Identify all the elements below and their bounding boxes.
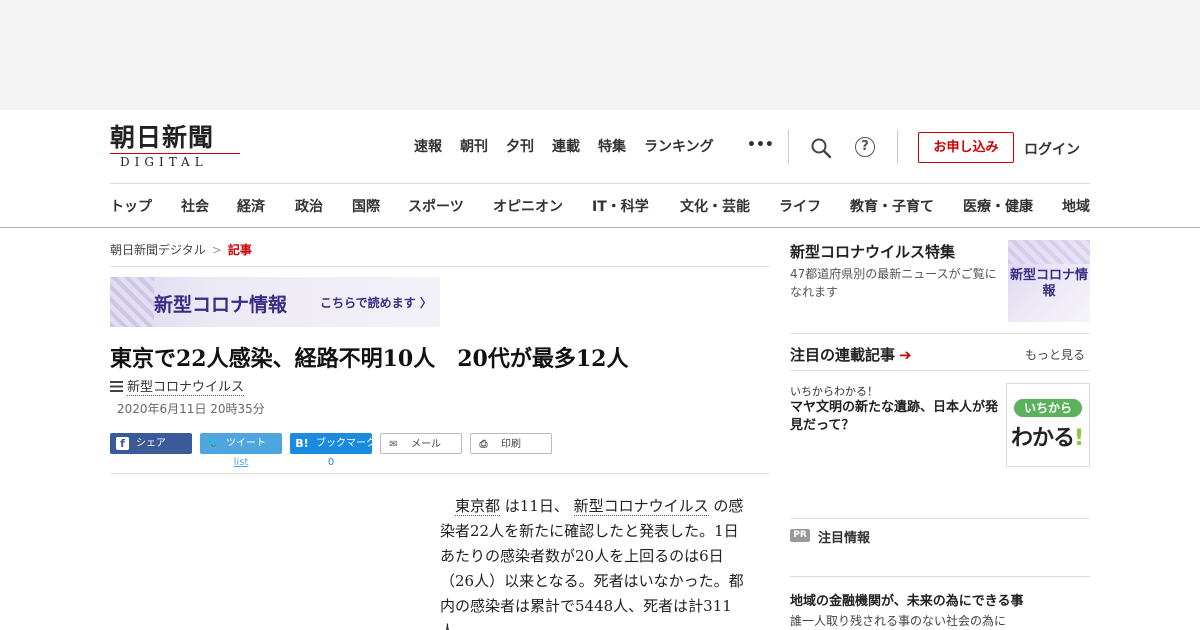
article-tag-link[interactable]: 新型コロナウイルス <box>127 380 245 396</box>
article-body: 東京都 は11日、 新型コロナウイルス の感染者22人を新たに確認したと発表した… <box>440 494 752 630</box>
serial-article-title[interactable]: マヤ文明の新たな遺跡、日本人が発見だって？ <box>790 399 1004 435</box>
divider <box>110 473 770 474</box>
header-divider <box>897 130 898 164</box>
hatena-bookmark-button[interactable]: B! ブックマーク <box>290 433 376 454</box>
breadcrumb-home[interactable]: 朝日新聞デジタル <box>110 243 206 257</box>
top-nav-item-feature[interactable]: 特集 <box>598 138 626 156</box>
article-headline: 東京で22人感染、経路不明10人 20代が最多12人 <box>110 346 629 372</box>
article-tag-line: 新型コロナウイルス <box>110 376 245 396</box>
category-item-politics[interactable]: 政治 <box>295 196 323 216</box>
feature-image-text: 新型コロナ情報 <box>1009 268 1088 299</box>
thumbnail-title: わかる! <box>1011 420 1084 452</box>
article-paragraph: 東京都 は11日、 新型コロナウイルス の感染者22人を新たに確認したと発表した… <box>440 494 752 630</box>
category-item-education[interactable]: 教育・子育て <box>850 196 934 216</box>
top-nav-item-evening[interactable]: 夕刊 <box>506 138 534 156</box>
breadcrumb: 朝日新聞デジタル > 記事 <box>110 241 252 258</box>
ad-banner-area <box>0 0 1200 110</box>
body-text-segment: は11日、 <box>500 497 574 515</box>
sidebar-feature-desc: 47都道府県別の最新ニュースがご覧になれます <box>790 267 997 299</box>
twitter-count[interactable]: list <box>200 457 282 468</box>
top-nav-item-breaking[interactable]: 速報 <box>414 138 442 156</box>
mail-share-button[interactable]: ✉ メール <box>380 433 462 454</box>
category-item-health[interactable]: 医療・健康 <box>963 196 1033 216</box>
subscribe-button[interactable]: お申し込み <box>918 132 1014 163</box>
print-button[interactable]: ⎙ 印刷 <box>470 433 552 454</box>
logo-rule <box>110 153 240 154</box>
breadcrumb-separator: > <box>211 243 222 257</box>
serial-thumbnail[interactable]: いちから わかる! <box>1006 383 1090 467</box>
share-label: ブックマーク <box>316 438 376 449</box>
serial-section-title: 注目の連載記事 ➔ <box>790 344 912 365</box>
keyword-link-tokyo[interactable]: 東京都 <box>455 497 501 516</box>
hatena-icon: B! <box>295 437 309 450</box>
pr-headline[interactable]: 地域の金融機関が、未来の為にできる事 <box>790 590 1023 609</box>
more-menu-icon[interactable]: ••• <box>747 137 774 153</box>
keyword-link-coronavirus[interactable]: 新型コロナウイルス <box>573 497 709 516</box>
pr-subtext: 誰一人取り残される事のない社会の為に <box>790 614 1007 628</box>
sidebar-divider <box>790 333 1090 334</box>
arrow-right-icon: ➔ <box>899 346 912 364</box>
twitter-share-button[interactable]: 🐦 ツイート <box>200 433 282 454</box>
category-item-international[interactable]: 国際 <box>352 196 380 216</box>
feature-image-pattern <box>1008 240 1090 264</box>
share-label: メール <box>411 439 441 450</box>
sidebar-feature-title[interactable]: 新型コロナウイルス特集 <box>790 241 955 262</box>
search-icon[interactable] <box>810 137 832 159</box>
thumbnail-bang: ! <box>1074 426 1084 451</box>
corona-info-banner[interactable]: 新型コロナ情報 こちらで読めます 〉 <box>110 277 440 327</box>
facebook-icon: f <box>116 437 129 450</box>
article-date: 2020年6月11日 20時35分 <box>117 402 265 416</box>
login-link[interactable]: ログイン <box>1024 139 1080 159</box>
header-divider <box>788 130 789 164</box>
category-divider <box>110 183 1090 184</box>
top-nav: 速報 朝刊 夕刊 連載 特集 ランキング <box>414 138 732 156</box>
category-item-sports[interactable]: スポーツ <box>408 196 464 216</box>
more-link[interactable]: もっと見る <box>1025 346 1085 363</box>
pr-badge: PR <box>790 529 810 542</box>
share-label: ツイート <box>226 438 266 449</box>
facebook-share-button[interactable]: f シェア <box>110 433 192 454</box>
mail-icon: ✉ <box>389 439 398 450</box>
list-icon <box>110 381 123 392</box>
category-item-society[interactable]: 社会 <box>181 196 209 216</box>
category-item-opinion[interactable]: オピニオン <box>493 196 563 216</box>
category-item-region[interactable]: 地域 <box>1062 196 1090 216</box>
category-nav: トップ 社会 経済 政治 国際 スポーツ オピニオン IT・科学 文化・芸能 ラ… <box>110 196 1110 216</box>
site-header: 朝日新聞 DIGITAL 速報 朝刊 夕刊 連載 特集 ランキング ••• ? … <box>0 110 1200 228</box>
top-nav-item-ranking[interactable]: ランキング <box>644 138 714 156</box>
help-icon[interactable]: ? <box>855 137 875 157</box>
sidebar-divider <box>790 576 1090 577</box>
twitter-icon: 🐦 <box>206 437 220 450</box>
serial-heading: 注目の連載記事 <box>790 346 896 364</box>
share-label: 印刷 <box>501 439 521 450</box>
category-item-culture[interactable]: 文化・芸能 <box>680 196 750 216</box>
body-text-segment: の感染者22人を新たに確認したと発表した。1日あたりの感染者数が20人を上回るの… <box>440 497 744 630</box>
sidebar-divider <box>790 370 1090 371</box>
divider <box>110 266 770 267</box>
banner-pattern <box>110 277 154 327</box>
share-label: シェア <box>136 438 166 449</box>
category-item-life[interactable]: ライフ <box>779 196 821 216</box>
hatena-count[interactable]: 0 <box>290 457 372 468</box>
pr-section-title: 注目情報 <box>818 531 871 546</box>
serial-kicker: いちからわかる！ <box>790 385 878 398</box>
print-icon: ⎙ <box>479 439 488 450</box>
thumbnail-pill: いちから <box>1014 399 1082 417</box>
top-nav-item-morning[interactable]: 朝刊 <box>460 138 488 156</box>
site-logo[interactable]: 朝日新聞 DIGITAL <box>110 124 240 170</box>
top-nav-item-serial[interactable]: 連載 <box>552 138 580 156</box>
banner-link: こちらで読めます 〉 <box>320 296 432 310</box>
sidebar-feature-image[interactable]: 新型コロナ情報 <box>1008 240 1090 322</box>
logo-main-text: 朝日新聞 <box>110 123 215 152</box>
logo-sub-text: DIGITAL <box>120 155 208 169</box>
thumbnail-word: わかる <box>1011 426 1075 451</box>
banner-title: 新型コロナ情報 <box>154 294 288 316</box>
breadcrumb-current: 記事 <box>227 243 252 257</box>
category-item-it-science[interactable]: IT・科学 <box>592 196 649 216</box>
category-item-economy[interactable]: 経済 <box>237 196 265 216</box>
category-item-top[interactable]: トップ <box>110 196 152 216</box>
sidebar-divider <box>790 518 1090 519</box>
